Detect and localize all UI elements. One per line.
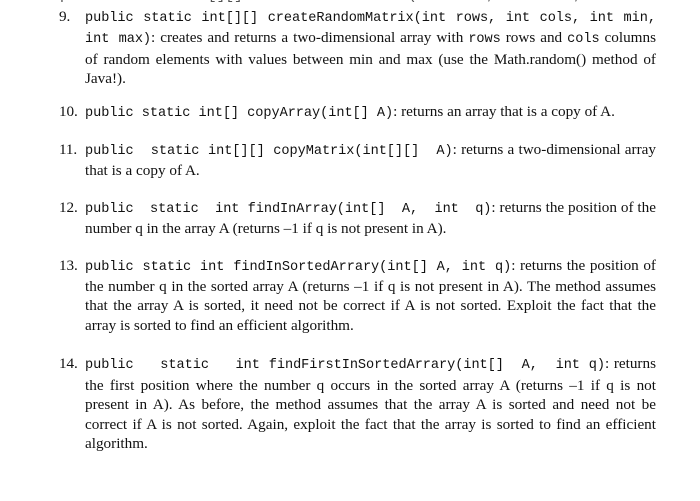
list-item: 11. public static int[][] copyMatrix(int… (59, 140, 656, 181)
signature-separator: : (511, 256, 520, 274)
cut-off-top-line: public static int[][] createRandomMatrix… (60, 0, 660, 2)
list-item: 12. public static int findInArray(int[] … (59, 198, 656, 239)
list-item-number: 11. (59, 141, 78, 159)
list-item-body: public static int findFirstInSortedArrar… (85, 354, 656, 453)
list-item-number: 13. (59, 256, 78, 274)
inline-code-rows: rows (468, 32, 501, 48)
inline-code-cols: cols (567, 32, 600, 48)
list-item-body: public static int[][] createRandomMatrix… (85, 7, 656, 89)
signature-separator: : (605, 355, 614, 373)
list-item-number: 14. (59, 355, 78, 373)
method-signature: public static int findInSortedArrary(int… (85, 259, 512, 275)
signature-separator: : (452, 141, 462, 159)
method-signature: public static int[][] copyMatrix(int[][]… (85, 144, 453, 160)
description-text: rows and (500, 29, 568, 47)
document-page: public static int[][] createRandomMatrix… (0, 0, 700, 501)
description-text: creates and returns a two-dimensional ar… (160, 29, 469, 47)
signature-separator: : (393, 102, 402, 120)
list-item: 10. public static int[] copyArray(int[] … (59, 102, 656, 123)
signature-separator: : (151, 29, 161, 47)
list-item-body: public static int[][] copyMatrix(int[][]… (85, 140, 656, 181)
signature-separator: : (491, 198, 500, 216)
method-signature: public static int findInArray(int[] A, i… (85, 201, 492, 217)
list-item: 13. public static int findInSortedArrary… (59, 256, 656, 336)
description-text: returns an array that is a copy of A. (401, 102, 615, 120)
list-item: 14. public static int findFirstInSortedA… (59, 354, 656, 453)
list-item-body: public static int findInArray(int[] A, i… (85, 198, 656, 239)
list-item-number: 9. (59, 8, 71, 25)
method-signature: public static int findFirstInSortedArrar… (85, 358, 606, 374)
list-item-number: 10. (59, 102, 78, 120)
list-item: 9. public static int[][] createRandomMat… (59, 7, 656, 89)
exercise-list: 9. public static int[][] createRandomMat… (59, 7, 656, 466)
list-item-number: 12. (59, 198, 78, 216)
list-item-body: public static int findInSortedArrary(int… (85, 256, 656, 336)
method-signature: public static int[] copyArray(int[] A) (85, 105, 394, 121)
list-item-body: public static int[] copyArray(int[] A): … (85, 102, 656, 123)
